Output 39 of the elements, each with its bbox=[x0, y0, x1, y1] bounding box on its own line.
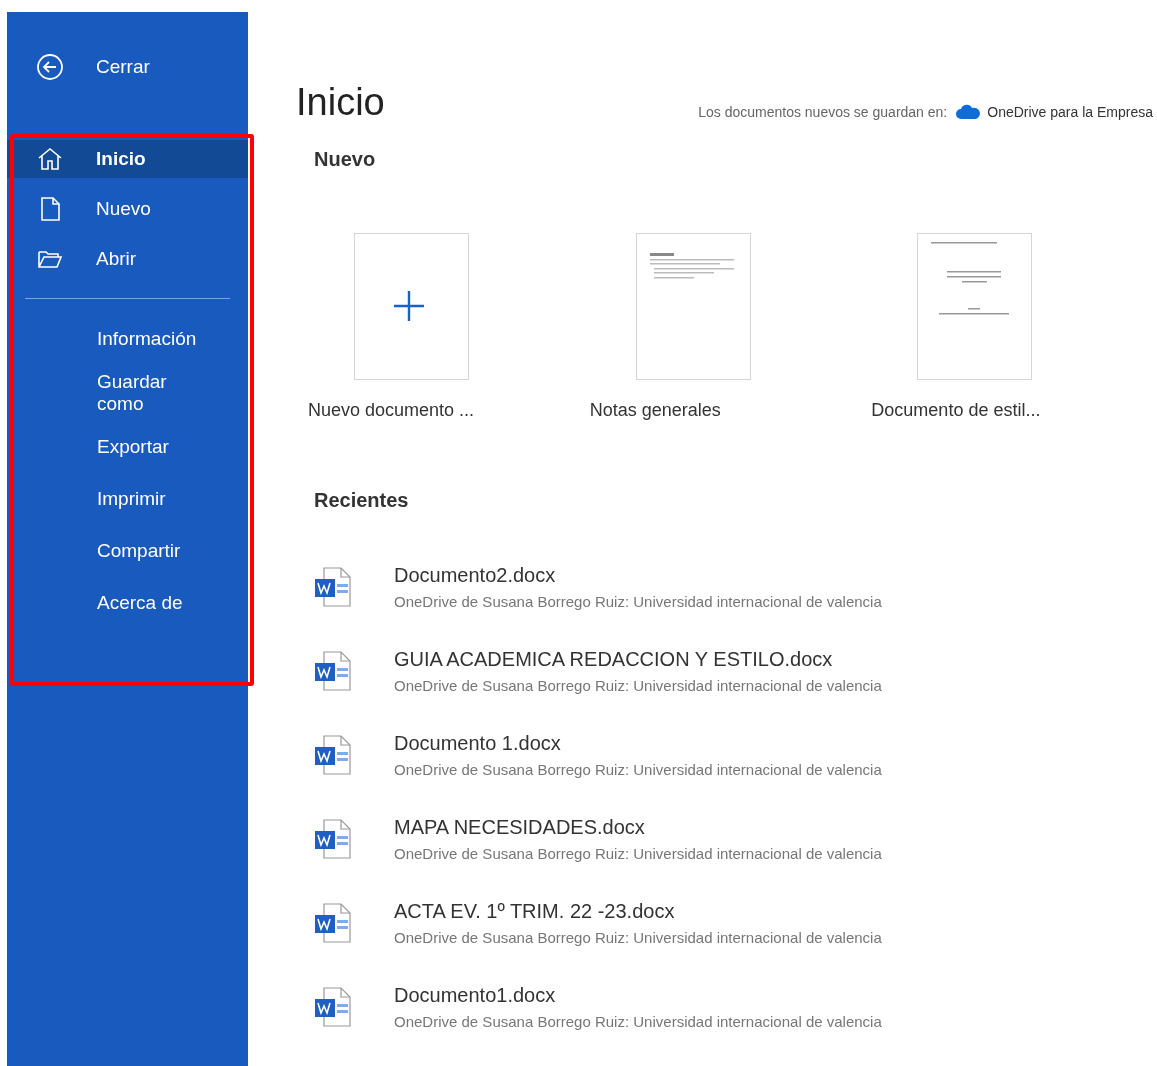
template-label[interactable]: Notas generales bbox=[589, 400, 721, 421]
back-icon bbox=[36, 53, 64, 81]
file-name[interactable]: Documento1.docx bbox=[394, 984, 882, 1007]
file-name[interactable]: Documento 1.docx bbox=[394, 732, 882, 755]
word-document-icon bbox=[314, 986, 352, 1028]
sidebar-item[interactable]: Nuevo bbox=[7, 190, 248, 228]
file-location: OneDrive de Susana Borrego Ruiz: Universidad internacional de valencia bbox=[394, 677, 882, 694]
file-name[interactable]: MAPA NECESIDADES.docx bbox=[394, 816, 882, 839]
word-document-icon bbox=[314, 650, 352, 692]
word-document-icon bbox=[314, 566, 352, 608]
file-name[interactable]: GUIA ACADEMICA REDACCION Y ESTILO.docx bbox=[394, 648, 882, 671]
sidebar-item[interactable]: Exportar bbox=[7, 427, 248, 467]
word-document-icon bbox=[314, 818, 352, 860]
file-name[interactable]: Documento2.docx bbox=[394, 564, 882, 587]
home-icon bbox=[36, 145, 64, 173]
save-location-link[interactable]: OneDrive para la Empresa bbox=[955, 104, 1153, 120]
sidebar-item[interactable]: Compartir bbox=[7, 531, 248, 571]
sidebar-item[interactable]: Guardar como bbox=[7, 371, 248, 415]
file-location: OneDrive de Susana Borrego Ruiz: Universidad internacional de valencia bbox=[394, 1013, 882, 1030]
file-location: OneDrive de Susana Borrego Ruiz: Universidad internacional de valencia bbox=[394, 761, 882, 778]
section-heading: Recientes bbox=[314, 489, 410, 512]
close-button[interactable]: Cerrar bbox=[7, 48, 248, 86]
file-name[interactable]: ACTA EV. 1º TRIM. 22 -23.docx bbox=[394, 900, 882, 923]
cloud-icon bbox=[955, 104, 982, 120]
file-location: OneDrive de Susana Borrego Ruiz: Universidad internacional de valencia bbox=[394, 845, 882, 862]
save-location-label: Los documentos nuevos se guardan en: bbox=[698, 104, 948, 120]
sidebar-item[interactable]: Imprimir bbox=[7, 479, 248, 519]
word-document-icon bbox=[314, 734, 352, 776]
word-document-icon bbox=[314, 902, 352, 944]
file-location: OneDrive de Susana Borrego Ruiz: Universidad internacional de valencia bbox=[394, 929, 882, 946]
sidebar-item[interactable]: Inicio bbox=[7, 140, 248, 178]
file-location: OneDrive de Susana Borrego Ruiz: Universidad internacional de valencia bbox=[394, 593, 882, 610]
template-label[interactable]: Documento de estil... bbox=[871, 400, 1041, 421]
template-label[interactable]: Nuevo documento ... bbox=[308, 400, 475, 421]
section-heading: Nuevo bbox=[314, 148, 377, 171]
page-title: Inicio bbox=[296, 80, 385, 125]
sidebar-item[interactable]: Información bbox=[7, 319, 248, 359]
sidebar-item[interactable]: Acerca de bbox=[7, 583, 248, 623]
sidebar-item[interactable]: Abrir bbox=[7, 240, 248, 278]
